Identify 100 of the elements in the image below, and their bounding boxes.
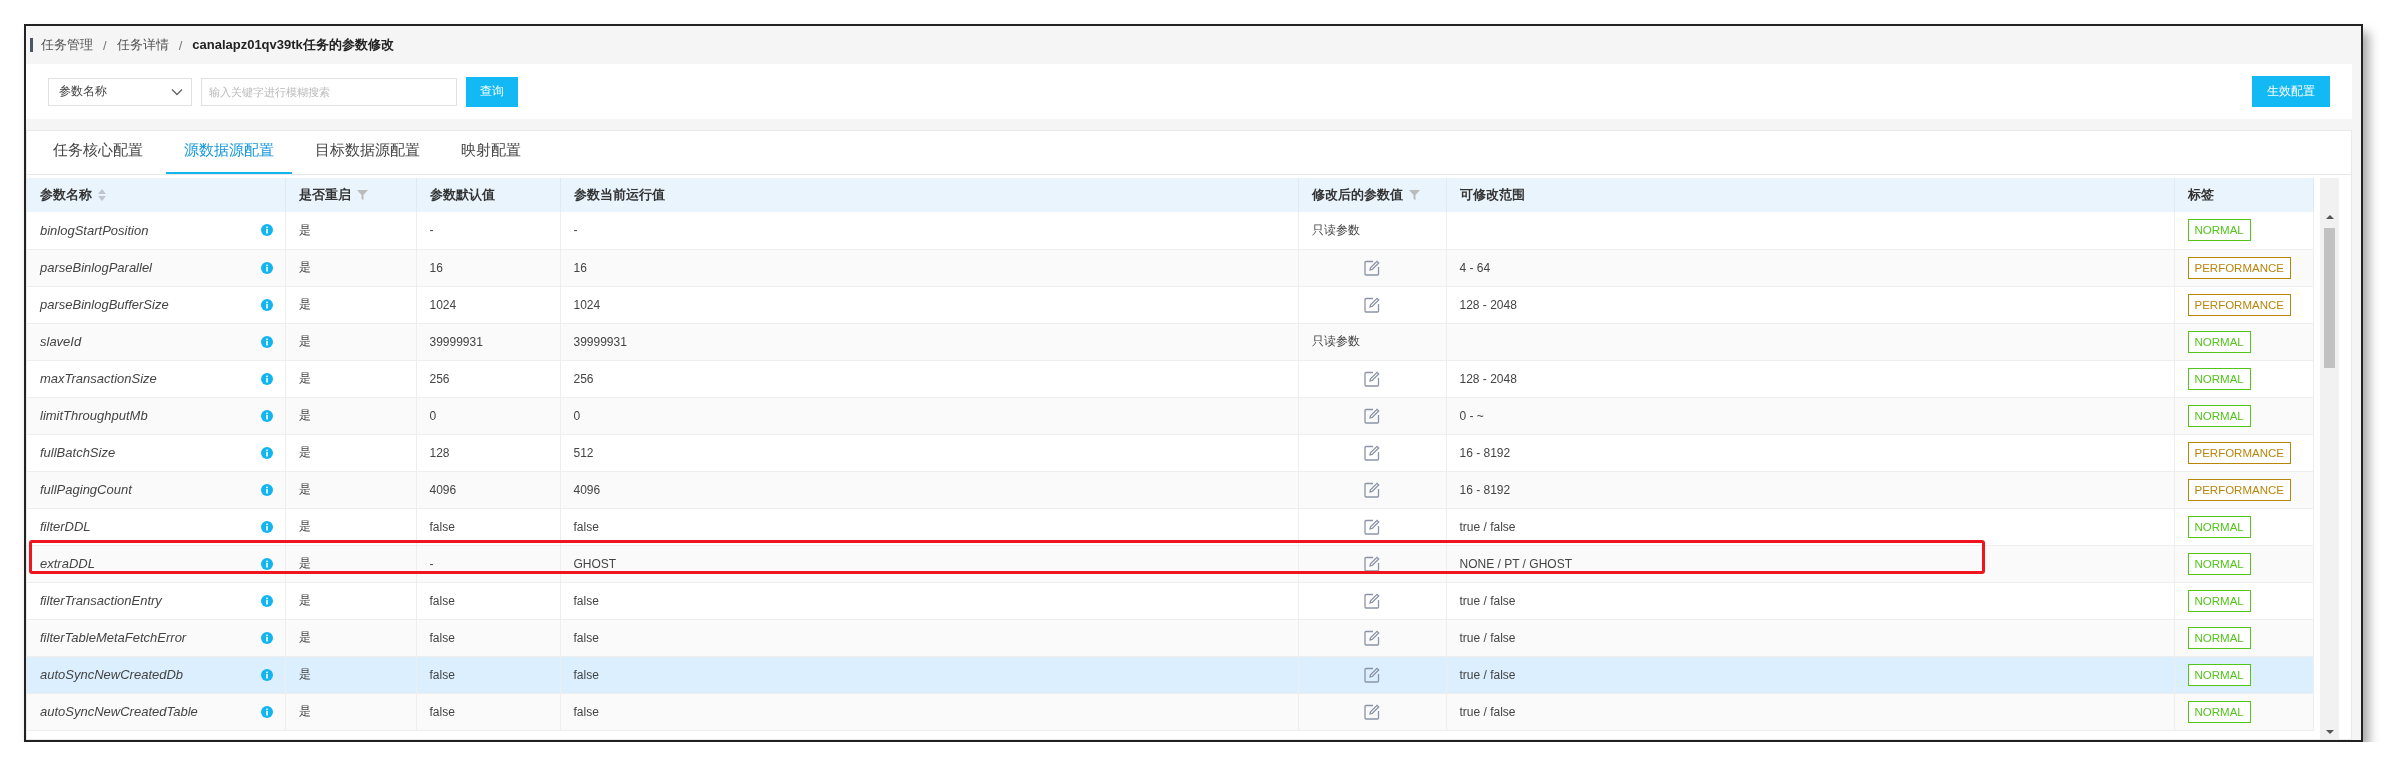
info-icon <box>260 261 273 274</box>
breadcrumb-link[interactable]: 任务详情 <box>116 36 169 54</box>
edit-icon[interactable] <box>1364 555 1380 572</box>
table-cell: 16 - 8192 <box>1459 445 1511 460</box>
table-cell: 16 - 8192 <box>1459 482 1511 497</box>
table-cell: 是 <box>298 556 311 570</box>
info-icon <box>260 705 273 718</box>
table-cell: 512 <box>573 445 594 460</box>
search-field[interactable]: 输入关键字进行模糊搜索 <box>201 77 457 106</box>
table-cell: false <box>429 630 455 645</box>
parameter-name: slaveId <box>40 334 82 349</box>
filter-icon <box>356 190 368 200</box>
table-cell: true / false <box>1459 630 1516 645</box>
table-cell: false <box>429 519 455 534</box>
info-icon <box>260 594 273 607</box>
table-cell: 是 <box>298 334 311 348</box>
table-cell: 是 <box>298 297 311 311</box>
tag: NORMAL <box>2187 663 2251 686</box>
edit-icon[interactable] <box>1364 296 1380 313</box>
tag: NORMAL <box>2187 552 2251 575</box>
table-cell: 4 - 64 <box>1459 260 1491 275</box>
table-cell: true / false <box>1459 519 1516 534</box>
table-cell: 256 <box>429 371 450 386</box>
parameter-name: autoSyncNewCreatedTable <box>40 704 198 719</box>
parameter-name: filterDDL <box>40 519 91 534</box>
table-cell: false <box>429 704 455 719</box>
tag: NORMAL <box>2187 219 2251 242</box>
info-icon <box>260 372 273 385</box>
edit-icon[interactable] <box>1364 259 1380 276</box>
column-title: 参数当前运行值 <box>573 186 665 204</box>
table-cell: - <box>429 223 434 238</box>
tag: NORMAL <box>2187 700 2251 723</box>
column-title: 参数默认值 <box>429 186 495 204</box>
tab[interactable]: 任务核心配置 <box>35 141 161 174</box>
edit-icon[interactable] <box>1364 444 1380 461</box>
tag: NORMAL <box>2187 515 2251 538</box>
tag: PERFORMANCE <box>2187 441 2291 464</box>
table-cell: NONE / PT / GHOST <box>1459 556 1572 571</box>
table-cell: - <box>429 556 434 571</box>
table-cell: 0 <box>429 408 437 423</box>
tag: NORMAL <box>2187 330 2251 353</box>
info-icon <box>260 409 273 422</box>
parameter-name: parseBinlogBufferSize <box>40 297 169 312</box>
table-cell: 是 <box>298 704 311 718</box>
info-icon <box>260 298 273 311</box>
table-cell: 1024 <box>429 297 457 312</box>
table-cell: true / false <box>1459 667 1516 682</box>
table-cell: 是 <box>298 519 311 533</box>
info-icon <box>260 668 273 681</box>
table-cell: 是 <box>298 260 311 274</box>
info-icon <box>260 557 273 570</box>
column-title: 可修改范围 <box>1459 186 1525 204</box>
table-cell: 是 <box>298 371 311 385</box>
parameter-name: parseBinlogParallel <box>40 260 152 275</box>
table-cell: false <box>573 704 599 719</box>
table-cell: - <box>573 223 578 238</box>
table-cell: 4096 <box>429 482 457 497</box>
parameter-name: autoSyncNewCreatedDb <box>40 667 184 682</box>
table-cell: false <box>573 630 599 645</box>
table-cell: 只读参数 <box>1311 334 1360 348</box>
chevron-down-icon <box>171 87 183 96</box>
param-select[interactable]: 参数名称 <box>48 77 192 106</box>
info-icon <box>260 224 273 237</box>
table-cell: 256 <box>573 371 594 386</box>
tag: PERFORMANCE <box>2187 293 2291 316</box>
parameter-name: fullBatchSize <box>40 445 116 460</box>
table-cell: 128 - 2048 <box>1459 297 1517 312</box>
table-cell: 是 <box>298 667 311 681</box>
info-icon <box>260 483 273 496</box>
tag: PERFORMANCE <box>2187 478 2291 501</box>
edit-icon[interactable] <box>1364 629 1380 646</box>
tag: NORMAL <box>2187 404 2251 427</box>
tab[interactable]: 映射配置 <box>443 141 539 174</box>
column-title: 是否重启 <box>298 186 351 204</box>
table-cell: 是 <box>298 593 311 607</box>
table-cell: 39999931 <box>573 334 627 349</box>
tab[interactable]: 目标数据源配置 <box>297 141 438 174</box>
table-cell: false <box>573 667 599 682</box>
edit-icon[interactable] <box>1364 666 1380 683</box>
table-cell: true / false <box>1459 704 1516 719</box>
edit-icon[interactable] <box>1364 481 1380 498</box>
table-cell: 128 - 2048 <box>1459 371 1517 386</box>
table-cell: 39999931 <box>429 334 483 349</box>
edit-icon[interactable] <box>1364 703 1380 720</box>
table-cell: 16 <box>573 260 587 275</box>
column-title: 标签 <box>2187 186 2214 204</box>
edit-icon[interactable] <box>1364 370 1380 387</box>
info-icon <box>260 446 273 459</box>
table-cell: 1024 <box>573 297 601 312</box>
parameter-name: filterTableMetaFetchError <box>40 630 187 645</box>
sort-icon <box>98 189 106 201</box>
scrollbar[interactable] <box>2320 178 2339 739</box>
breadcrumb-link[interactable]: 任务管理 <box>41 36 93 54</box>
edit-icon[interactable] <box>1364 407 1380 424</box>
edit-icon[interactable] <box>1364 592 1380 609</box>
parameter-name: filterTransactionEntry <box>40 593 162 608</box>
column-title: 修改后的参数值 <box>1311 186 1403 204</box>
edit-icon[interactable] <box>1364 518 1380 535</box>
table-cell: false <box>429 593 455 608</box>
column-title: 参数名称 <box>40 186 92 204</box>
